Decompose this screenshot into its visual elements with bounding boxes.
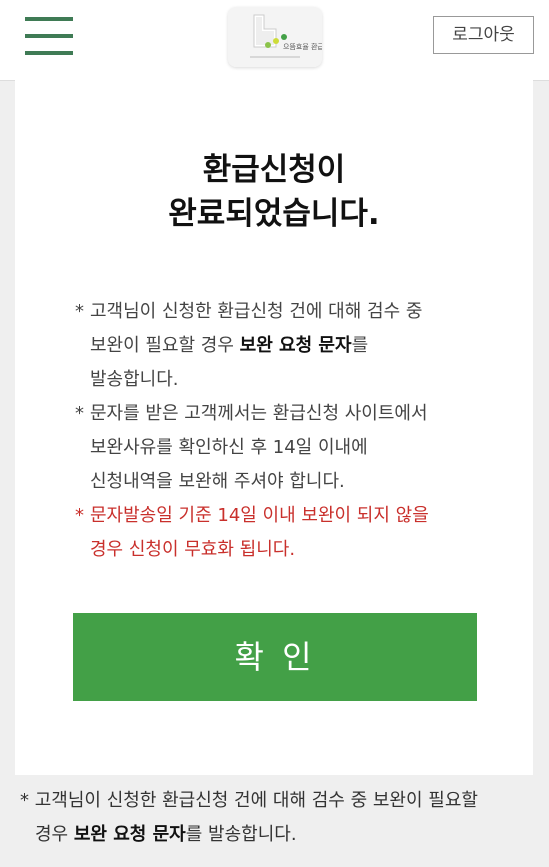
asterisk-icon: * <box>20 790 29 811</box>
warning-notice: * 문자발송일 기준 14일 이내 보완이 되지 않을 경우 신청이 무효화 됩… <box>75 499 495 567</box>
asterisk-icon: * <box>75 301 84 322</box>
notice-line: 경우 보완 요청 문자를 발송합니다. <box>35 824 297 845</box>
confirm-button[interactable]: 확 인 <box>73 613 477 701</box>
notice-line: 경우 신청이 무효화 됩니다. <box>90 539 296 560</box>
svg-text:으뜸효율 환급사업: 으뜸효율 환급사업 <box>283 42 322 51</box>
notice-line: 보완이 필요할 경우 보완 요청 문자를 <box>90 335 369 356</box>
notice-line: * 고객님이 신청한 환급신청 건에 대해 검수 중 보완이 필요할 <box>20 790 478 811</box>
notice-item: * 고객님이 신청한 환급신청 건에 대해 검수 중 보완이 필요할 경우 보완… <box>75 295 495 397</box>
notice-line: 발송합니다. <box>90 369 179 390</box>
footer-notice: * 고객님이 신청한 환급신청 건에 대해 검수 중 보완이 필요할 경우 보완… <box>20 784 535 852</box>
emphasis-text: 보완 요청 문자 <box>239 335 352 356</box>
notice-line: 고객님이 신청한 환급신청 건에 대해 검수 중 <box>90 301 423 322</box>
notice-line: 신청내역을 보완해 주셔야 합니다. <box>90 471 345 492</box>
top-header: 으뜸효율 환급사업 로그아웃 <box>0 0 549 81</box>
logo: 으뜸효율 환급사업 <box>228 7 322 67</box>
logout-button[interactable]: 로그아웃 <box>433 16 534 54</box>
asterisk-icon: * <box>75 505 84 526</box>
notice-list: * 고객님이 신청한 환급신청 건에 대해 검수 중 보완이 필요할 경우 보완… <box>75 295 495 567</box>
notice-line: 문자발송일 기준 14일 이내 보완이 되지 않을 <box>90 505 429 526</box>
title-line-2: 완료되었습니다. <box>168 196 380 232</box>
menu-icon[interactable] <box>25 17 73 55</box>
notice-line: 보완사유를 확인하신 후 14일 이내에 <box>90 437 368 458</box>
emphasis-text: 보완 요청 문자 <box>73 824 186 845</box>
notice-line: 문자를 받은 고객께서는 환급신청 사이트에서 <box>90 403 428 424</box>
asterisk-icon: * <box>75 403 84 424</box>
title-line-1: 환급신청이 <box>202 152 346 188</box>
result-card: 환급신청이 완료되었습니다. * 고객님이 신청한 환급신청 건에 대해 검수 … <box>15 80 533 775</box>
page-title: 환급신청이 완료되었습니다. <box>15 148 533 236</box>
notice-item: * 문자를 받은 고객께서는 환급신청 사이트에서 보완사유를 확인하신 후 1… <box>75 397 495 499</box>
